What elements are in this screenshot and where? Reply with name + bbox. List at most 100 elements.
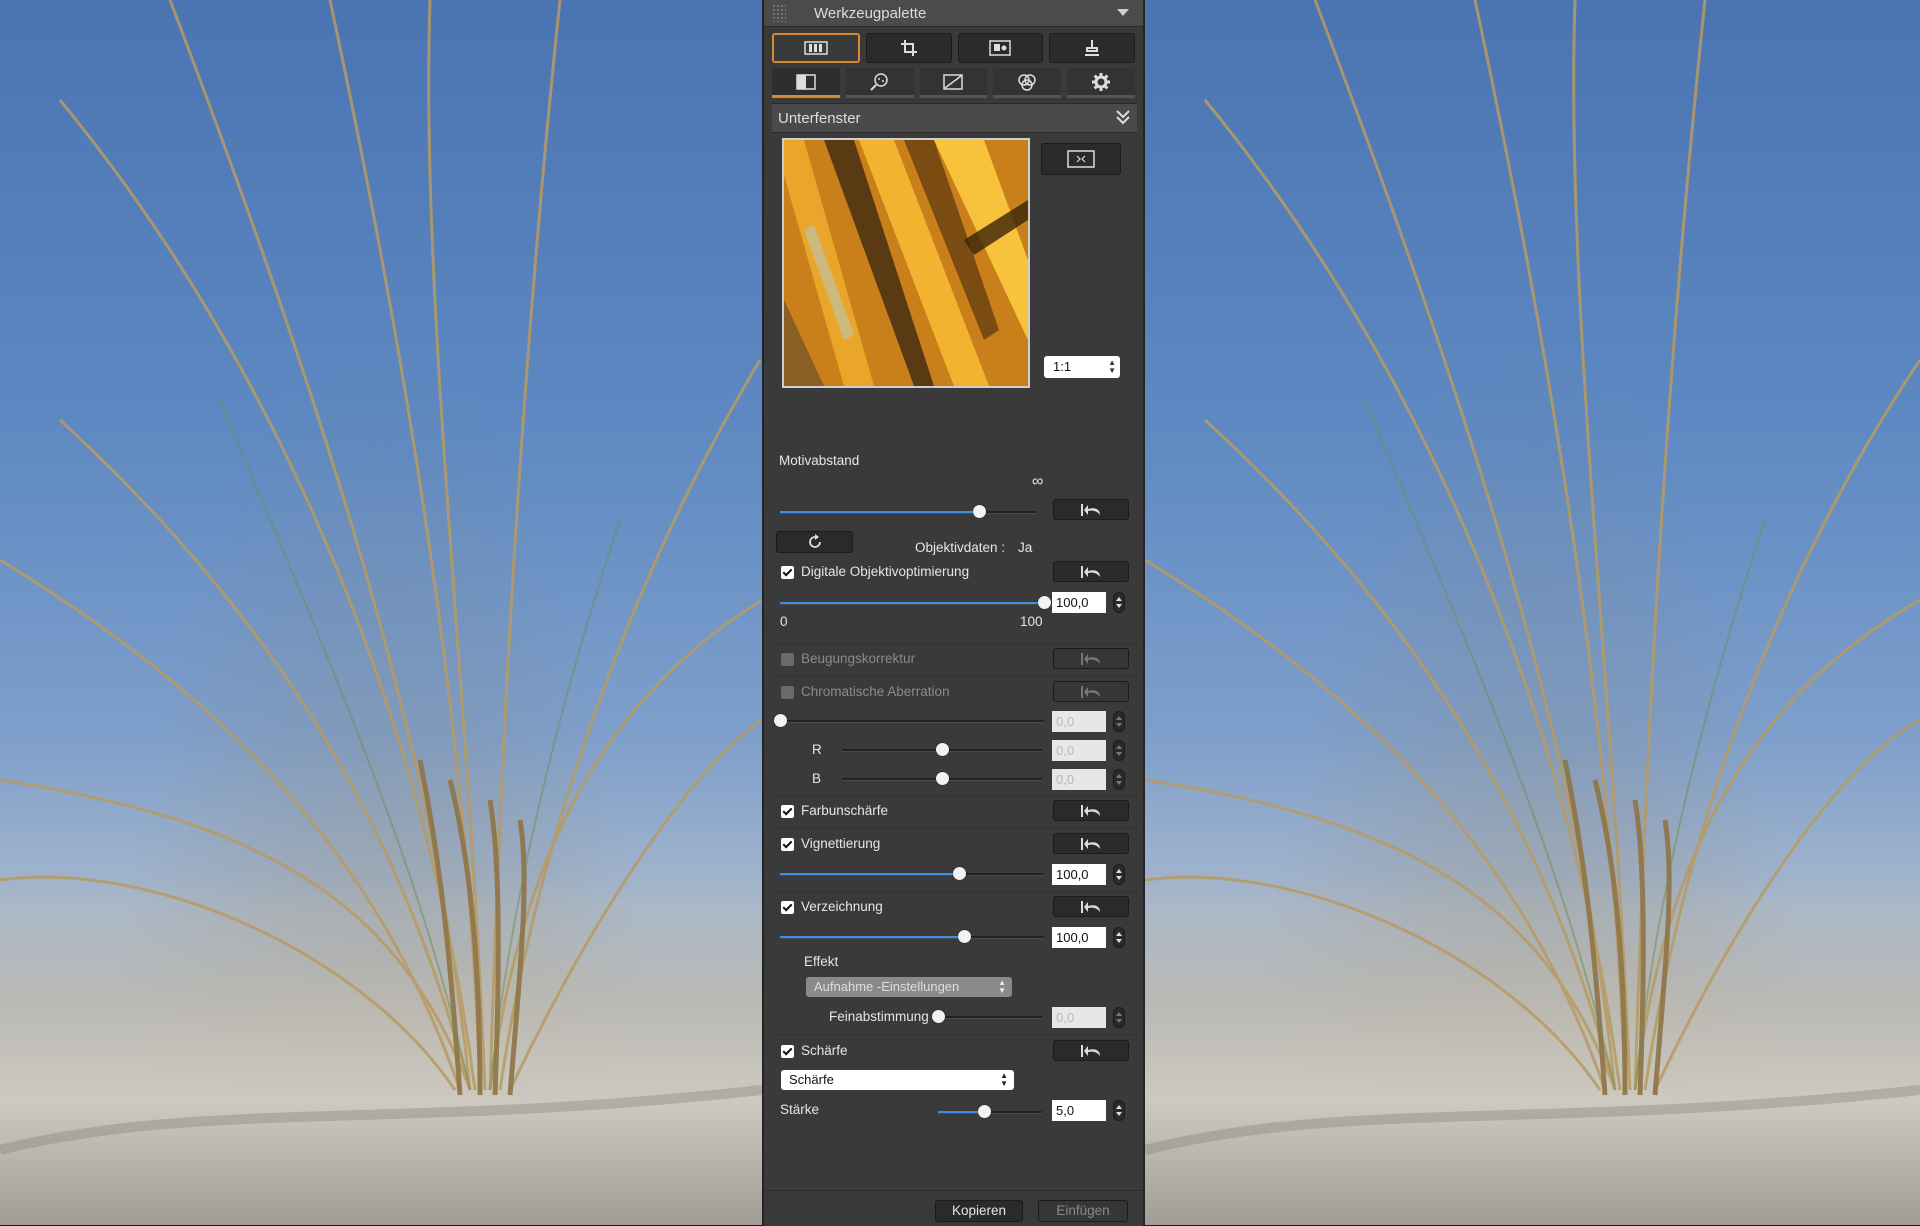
filmstrip-icon	[804, 41, 828, 55]
navigator-button[interactable]	[1041, 143, 1121, 175]
diffraction-reset-button[interactable]	[1053, 648, 1129, 669]
distortion-reset-button[interactable]	[1053, 896, 1129, 917]
reset-arrow-icon	[1081, 837, 1100, 850]
reset-arrow-icon	[1081, 652, 1100, 665]
vignetting-stepper[interactable]	[1113, 864, 1125, 885]
motif-distance-slider[interactable]	[780, 504, 1036, 520]
tab-stamp[interactable]	[1049, 33, 1135, 63]
fine-tuning-slider[interactable]	[931, 1009, 1042, 1025]
digital-lens-opt-value[interactable]: 100,0	[1052, 592, 1106, 613]
layer-icon	[989, 40, 1012, 56]
tool-tabs-primary	[772, 33, 1135, 63]
digital-lens-opt-label: Digitale Objektivoptimierung	[801, 564, 970, 579]
tab-color[interactable]	[993, 68, 1062, 98]
sharpness-label: Schärfe	[801, 1043, 848, 1058]
effect-value: Aufnahme -Einstellungen	[814, 979, 960, 994]
paste-button[interactable]: Einfügen	[1038, 1200, 1128, 1222]
divider	[772, 676, 1137, 677]
vignetting-slider[interactable]	[780, 866, 1044, 882]
digital-lens-opt-checkbox[interactable]	[781, 566, 794, 579]
slider-knob[interactable]	[953, 867, 967, 880]
chromatic-stepper[interactable]	[1113, 711, 1125, 732]
updown-icon: ▲ ▼	[998, 978, 1006, 995]
photo-after	[1145, 0, 1920, 1225]
slider-max-label: 100	[1020, 614, 1043, 629]
subwindow-header[interactable]: Unterfenster	[772, 103, 1137, 133]
tab-auto-layer[interactable]	[957, 33, 1044, 63]
diffraction-checkbox[interactable]	[781, 653, 794, 666]
strength-slider[interactable]	[938, 1104, 1042, 1120]
color-blur-checkbox[interactable]	[781, 805, 794, 818]
double-chevron-down-icon[interactable]	[1115, 108, 1131, 126]
refresh-icon	[808, 534, 821, 548]
tab-basic[interactable]	[772, 68, 840, 98]
slider-knob[interactable]	[978, 1105, 992, 1118]
palette-menu-icon[interactable]	[1117, 9, 1129, 16]
zoom-select[interactable]: 1:1 ▲ ▼	[1044, 356, 1120, 378]
motif-distance-label: Motivabstand	[779, 453, 860, 468]
copy-button[interactable]: Kopieren	[935, 1200, 1023, 1222]
infinity-label: ∞	[1032, 473, 1044, 490]
vignetting-reset-button[interactable]	[1053, 833, 1129, 854]
drag-grip-icon[interactable]	[772, 4, 786, 22]
chromatic-slider[interactable]	[773, 713, 1044, 729]
effect-label: Effekt	[804, 954, 839, 969]
vignetting-checkbox[interactable]	[781, 838, 794, 851]
chromatic-r-slider[interactable]	[842, 742, 1042, 758]
slider-knob[interactable]	[773, 714, 787, 727]
strength-label: Stärke	[780, 1102, 820, 1117]
detail-preview[interactable]	[782, 138, 1030, 388]
motif-reset-button[interactable]	[1053, 499, 1129, 520]
sharpness-reset-button[interactable]	[1053, 1040, 1129, 1061]
distortion-stepper[interactable]	[1113, 927, 1125, 948]
slider-knob[interactable]	[1037, 596, 1051, 609]
chromatic-b-stepper[interactable]	[1113, 769, 1125, 790]
curve-icon	[943, 73, 964, 90]
chromatic-r-value[interactable]: 0,0	[1052, 740, 1106, 761]
digital-lens-opt-stepper[interactable]	[1113, 592, 1125, 613]
tab-tone-curve[interactable]	[919, 68, 988, 98]
tab-settings[interactable]	[1067, 68, 1135, 98]
fine-tuning-label: Feinabstimmung	[829, 1009, 929, 1024]
slider-knob[interactable]	[958, 930, 972, 943]
distortion-slider[interactable]	[780, 929, 1044, 945]
sharpness-mode-select[interactable]: Schärfe ▲ ▼	[781, 1070, 1014, 1090]
divider	[772, 892, 1137, 893]
chromatic-r-label: R	[812, 742, 822, 757]
chromatic-reset-button[interactable]	[1053, 681, 1129, 702]
chromatic-value[interactable]: 0,0	[1052, 711, 1106, 732]
vignetting-label: Vignettierung	[801, 836, 881, 851]
palette-footer: Kopieren Einfügen	[764, 1190, 1143, 1226]
distortion-checkbox[interactable]	[781, 901, 794, 914]
effect-select[interactable]: Aufnahme -Einstellungen ▲ ▼	[806, 977, 1012, 997]
color-blur-reset-button[interactable]	[1053, 800, 1129, 821]
strength-value[interactable]: 5,0	[1052, 1100, 1106, 1121]
palette-titlebar[interactable]: Werkzeugpalette	[764, 0, 1143, 27]
slider-knob[interactable]	[973, 505, 987, 518]
reset-arrow-icon	[1081, 685, 1100, 698]
chromatic-r-stepper[interactable]	[1113, 740, 1125, 761]
strength-stepper[interactable]	[1113, 1100, 1125, 1121]
fine-tuning-value[interactable]: 0,0	[1052, 1007, 1106, 1028]
tab-crop[interactable]	[865, 33, 952, 63]
refresh-lens-data-button[interactable]	[776, 531, 853, 553]
reset-arrow-icon	[1081, 900, 1100, 913]
lens-data-label: Objektivdaten :	[915, 540, 1006, 555]
tab-noise[interactable]	[845, 68, 914, 98]
vignetting-value[interactable]: 100,0	[1052, 864, 1106, 885]
zoom-value: 1:1	[1053, 359, 1072, 374]
tab-lens-correction[interactable]	[772, 33, 860, 63]
sharpness-checkbox[interactable]	[781, 1045, 794, 1058]
fine-tuning-stepper[interactable]	[1113, 1007, 1125, 1028]
distortion-value[interactable]: 100,0	[1052, 927, 1106, 948]
digital-lens-opt-reset-button[interactable]	[1053, 561, 1129, 582]
slider-knob[interactable]	[935, 743, 949, 756]
digital-lens-opt-slider[interactable]	[780, 595, 1051, 611]
slider-knob[interactable]	[935, 772, 949, 785]
chromatic-b-slider[interactable]	[842, 771, 1042, 787]
subwindow-title: Unterfenster	[778, 110, 861, 127]
chromatic-b-value[interactable]: 0,0	[1052, 769, 1106, 790]
lens-data-value: Ja	[1018, 540, 1033, 555]
slider-knob[interactable]	[931, 1010, 945, 1023]
chromatic-checkbox[interactable]	[781, 686, 794, 699]
